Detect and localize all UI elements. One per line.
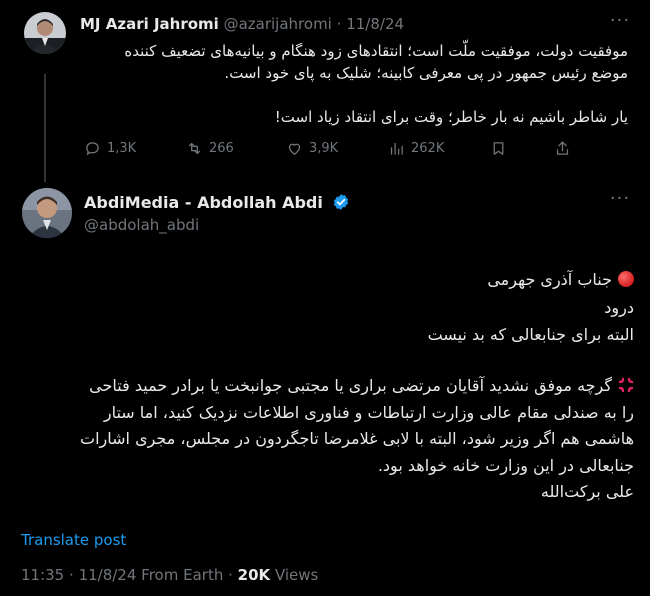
reply-icon	[86, 141, 99, 156]
main-text-line-6: هاشمی هم اگر وزیر شود، البته با لابی غلا…	[80, 429, 634, 448]
tweet-views-label: Views	[274, 566, 319, 584]
parent-display-name[interactable]: MJ Azari Jahromi	[80, 15, 219, 33]
parent-handle[interactable]: @azarijahromi	[224, 15, 332, 33]
repost-count: 266	[209, 140, 234, 156]
views-button[interactable]: 262K	[388, 136, 444, 160]
repost-button[interactable]: 266	[186, 136, 234, 160]
red-circle-icon	[618, 271, 634, 287]
main-text-line-1: جناب آذری جهرمی	[487, 268, 634, 292]
parent-more-options-icon[interactable]: ···	[608, 12, 632, 36]
tweet-views-count: 20K	[237, 566, 271, 584]
parent-text-line-3: یار شاطر باشیم نه بار خاطر؛ وقت برای انت…	[274, 108, 628, 126]
main-avatar[interactable]	[22, 188, 72, 238]
main-line-4-text: گرچه موفق نشدید آقایان مرتضی براری یا مج…	[89, 376, 612, 395]
share-button[interactable]	[554, 136, 571, 160]
tweet-date[interactable]: 11/8/24	[79, 566, 137, 584]
reply-count: 1,3K	[107, 140, 137, 156]
anger-symbol-icon	[618, 377, 634, 393]
bookmark-button[interactable]	[490, 136, 507, 160]
parent-text-line-1: موفقیت دولت، موفقیت ملّت است؛ انتقادهای …	[124, 42, 628, 60]
heart-icon	[288, 143, 301, 155]
parent-separator: ·	[336, 15, 342, 33]
parent-action-bar: 1,3K 266 3,9K 262K	[80, 136, 580, 160]
main-line-1-text: جناب آذری جهرمی	[487, 270, 612, 289]
translate-post-link[interactable]: Translate post	[21, 530, 126, 550]
analytics-icon	[390, 142, 403, 155]
tweet-source: From Earth	[141, 566, 224, 584]
main-display-name[interactable]: AbdiMedia - Abdollah Abdi	[84, 193, 323, 212]
main-text-line-8: علی برکت‌الله	[540, 482, 634, 501]
verified-badge-icon[interactable]	[332, 193, 350, 211]
main-text-line-7: جنابعالی در این وزارت خانه خواهد بود.	[377, 456, 634, 475]
views-count: 262K	[411, 140, 445, 156]
main-text-line-4: گرچه موفق نشدید آقایان مرتضی براری یا مج…	[89, 374, 634, 398]
parent-avatar[interactable]	[24, 12, 66, 54]
repost-icon	[188, 142, 201, 154]
main-text-line-2: درود	[604, 298, 634, 317]
bookmark-icon	[493, 141, 504, 155]
tweet-time[interactable]: 11:35	[21, 566, 64, 584]
parent-header: MJ Azari Jahromi @azarijahromi · 11/8/24	[80, 14, 404, 34]
parent-text-line-2: موضع رئیس جمهور در پی معرفی کابینه؛ شلیک…	[224, 64, 628, 82]
main-more-options-icon[interactable]: ···	[608, 190, 632, 214]
main-text-line-5: را به صندلی مقام عالی وزارت ارتباطات و ف…	[103, 403, 634, 422]
reply-button[interactable]: 1,3K	[84, 136, 136, 160]
share-icon	[556, 140, 569, 155]
tweet-meta: 11:35 · 11/8/24 From Earth · 20K Views	[21, 566, 319, 584]
main-handle[interactable]: @abdolah_abdi	[84, 215, 199, 235]
parent-date[interactable]: 11/8/24	[346, 15, 404, 33]
thread-connector-line	[44, 74, 46, 182]
like-count: 3,9K	[309, 140, 339, 156]
main-text-line-3: البته برای جنابعالی که بد نیست	[427, 325, 634, 344]
main-display-name-row: AbdiMedia - Abdollah Abdi	[84, 193, 350, 213]
like-button[interactable]: 3,9K	[286, 136, 338, 160]
